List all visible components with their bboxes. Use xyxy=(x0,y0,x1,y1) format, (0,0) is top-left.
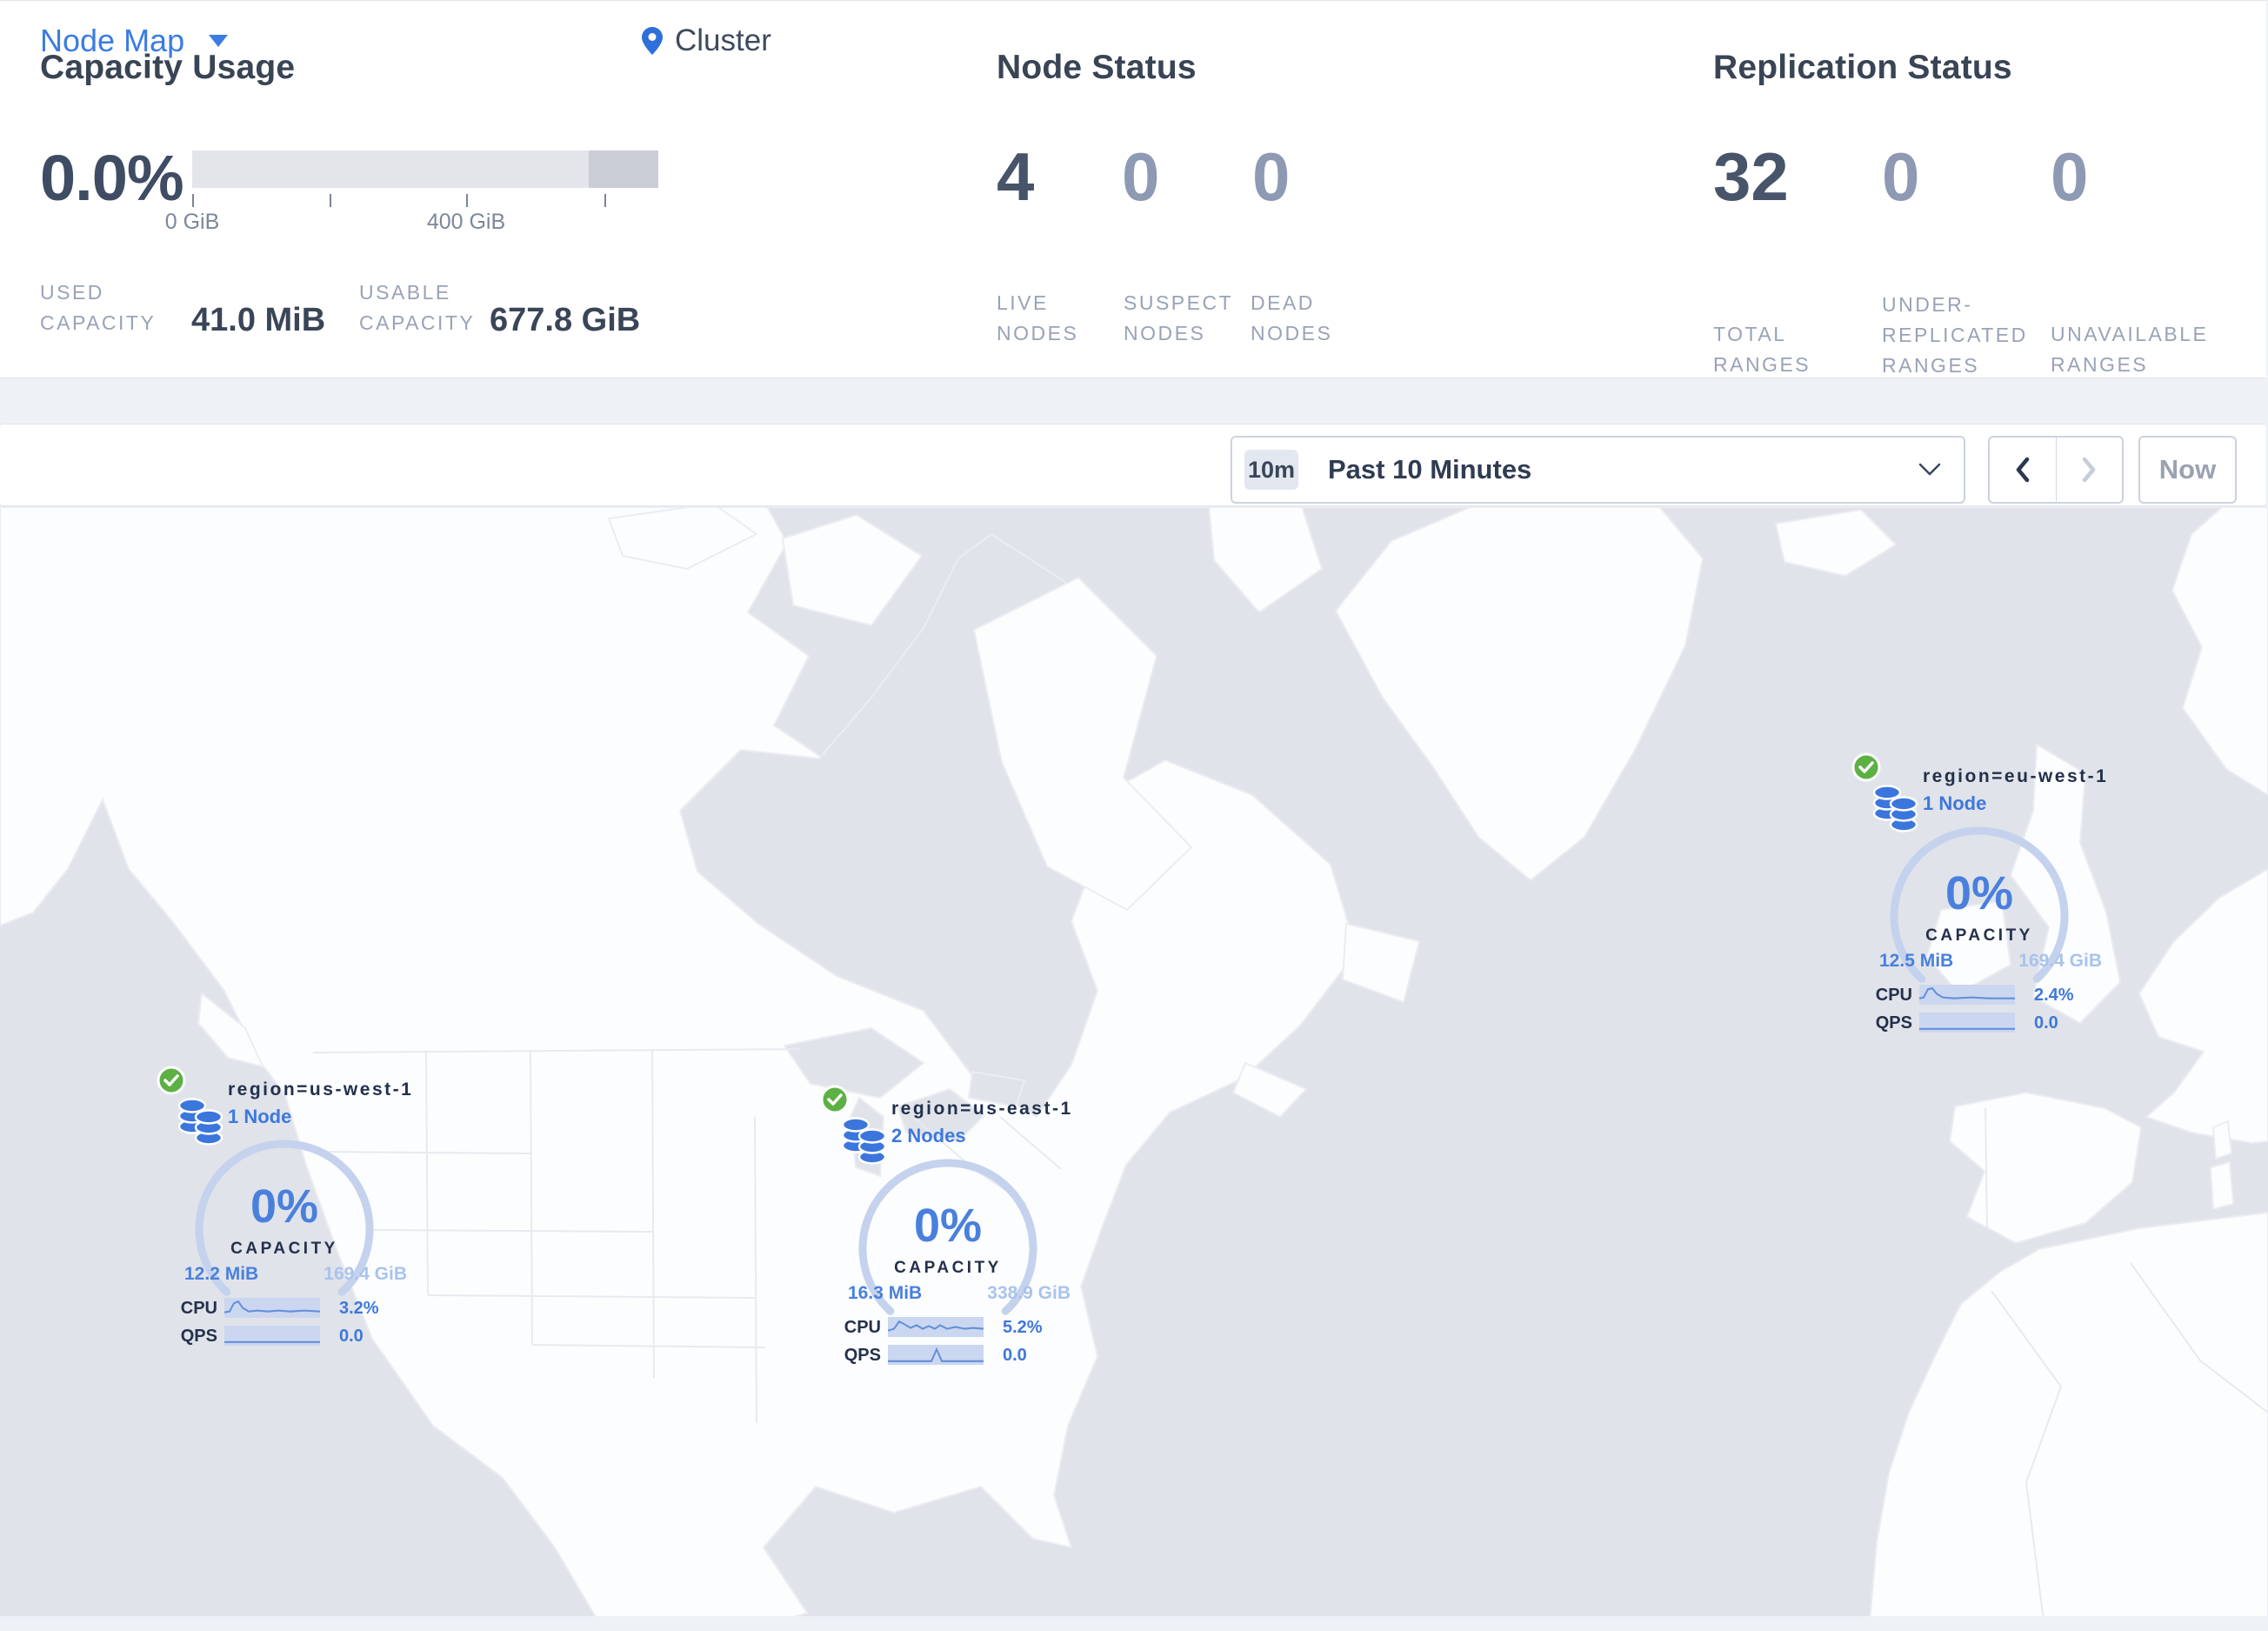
region-name: region=us-west-1 xyxy=(228,1080,414,1100)
capacity-bar xyxy=(192,150,658,188)
healthy-check-icon xyxy=(157,1066,186,1095)
cpu-value: 5.2% xyxy=(1003,1318,1043,1337)
used-capacity: 12.2 MiB xyxy=(184,1264,259,1284)
total-capacity: 338.9 GiB xyxy=(987,1283,1071,1303)
under-replicated-ranges-label: UNDER-REPLICATED RANGES xyxy=(1882,293,2028,377)
qps-value: 0.0 xyxy=(2034,1013,2058,1033)
cluster-summary-bar: Capacity Usage 0.0% 0 GiB 400 GiB USED C… xyxy=(0,0,2266,378)
region-node-count[interactable]: 2 Nodes xyxy=(891,1124,1073,1147)
time-range-label: Past 10 Minutes xyxy=(1328,454,1532,485)
healthy-check-icon xyxy=(820,1085,850,1114)
cpu-row: CPU 2.4% xyxy=(1858,985,2111,1006)
total-ranges-label: TOTAL RANGES xyxy=(1713,323,1811,376)
cpu-value: 2.4% xyxy=(2034,986,2074,1005)
cpu-label: CPU xyxy=(1875,986,1912,1005)
under-replicated-ranges-count: 0 xyxy=(1882,138,1920,215)
capacity-label: CAPACITY xyxy=(230,1240,338,1258)
qps-sparkline xyxy=(224,1326,320,1346)
cpu-row: CPU 5.2% xyxy=(827,1317,1079,1339)
time-range-select[interactable]: 10m Past 10 Minutes xyxy=(1231,436,1965,504)
live-nodes-label: LIVE NODES xyxy=(997,291,1079,344)
qps-sparkline xyxy=(888,1345,984,1365)
total-capacity: 169.4 GiB xyxy=(2018,951,2102,971)
cpu-sparkline xyxy=(224,1298,320,1318)
capacity-axis-tick xyxy=(330,194,331,207)
total-capacity: 169.4 GiB xyxy=(324,1264,407,1284)
chevron-right-icon xyxy=(2083,457,2096,483)
region-node-count[interactable]: 1 Node xyxy=(1923,792,2108,815)
used-capacity-label: USED CAPACITY xyxy=(40,281,157,334)
cpu-sparkline xyxy=(1919,985,2015,1005)
view-selector-label: Node Map xyxy=(40,22,185,58)
qps-sparkline xyxy=(1919,1013,2015,1033)
capacity-label: CAPACITY xyxy=(1925,926,2033,945)
suspect-nodes-label: SUSPECT NODES xyxy=(1124,291,1233,344)
qps-row: QPS 0.0 xyxy=(163,1326,416,1347)
live-nodes-count: 4 xyxy=(997,138,1035,215)
region-name: region=eu-west-1 xyxy=(1923,766,2109,786)
region-marker-eu-west-1[interactable]: region=eu-west-1 1 Node 0% CAPACITY 12.5… xyxy=(1851,752,2112,1039)
capacity-axis-label-400: 400 GiB xyxy=(426,210,506,234)
usable-capacity-label: USABLE CAPACITY xyxy=(359,281,476,334)
qps-row: QPS 0.0 xyxy=(827,1345,1079,1367)
node-status-title: Node Status xyxy=(997,49,1197,86)
used-capacity: 16.3 MiB xyxy=(848,1283,923,1303)
capacity-axis-tick xyxy=(192,194,194,207)
dead-nodes-count: 0 xyxy=(1252,138,1291,215)
capacity-percent: 0% xyxy=(1944,867,2014,919)
chevron-down-icon xyxy=(1918,463,1941,476)
qps-value: 0.0 xyxy=(1003,1346,1027,1365)
used-capacity: 12.5 MiB xyxy=(1879,951,1954,971)
capacity-bar-reserved-segment xyxy=(589,150,658,188)
chevron-down-icon xyxy=(209,34,229,47)
region-marker-us-west-1[interactable]: region=us-west-1 1 Node 0% CAPACITY 12.2… xyxy=(157,1066,417,1353)
node-map-page: Capacity Usage 0.0% 0 GiB 400 GiB USED C… xyxy=(0,0,2268,1631)
capacity-label: CAPACITY xyxy=(894,1259,1002,1277)
total-ranges-count: 32 xyxy=(1713,138,1789,215)
now-button[interactable]: Now xyxy=(2138,436,2237,504)
breadcrumb-cluster-label: Cluster xyxy=(675,23,771,57)
qps-label: QPS xyxy=(844,1346,881,1365)
time-range-badge: 10m xyxy=(1244,450,1298,490)
location-pin-icon xyxy=(642,26,663,55)
next-time-range-button[interactable] xyxy=(2055,438,2123,502)
unavailable-ranges-label: UNAVAILABLE RANGES xyxy=(2051,323,2209,376)
capacity-axis-tick xyxy=(466,194,468,207)
cpu-label: CPU xyxy=(844,1318,881,1337)
cpu-row: CPU 3.2% xyxy=(163,1298,416,1320)
time-range-pager xyxy=(1988,436,2124,504)
suspect-nodes-count: 0 xyxy=(1122,138,1160,215)
region-marker-us-east-1[interactable]: region=us-east-1 2 Nodes 0% CAPACITY 16.… xyxy=(820,1085,1081,1372)
view-selector-node-map[interactable]: Node Map xyxy=(40,0,229,81)
world-map[interactable] xyxy=(0,508,2268,1616)
usable-capacity-value: 677.8 GiB xyxy=(490,302,641,338)
used-capacity-value: 41.0 MiB xyxy=(191,302,326,338)
chevron-left-icon xyxy=(2016,457,2029,483)
dead-nodes-label: DEAD NODES xyxy=(1251,291,1333,344)
capacity-axis-tick xyxy=(604,194,606,207)
qps-label: QPS xyxy=(180,1327,217,1346)
cpu-label: CPU xyxy=(180,1299,217,1318)
capacity-axis-label-0: 0 GiB xyxy=(164,210,220,234)
unavailable-ranges-count: 0 xyxy=(2051,138,2089,215)
cpu-value: 3.2% xyxy=(339,1299,379,1318)
healthy-check-icon xyxy=(1851,752,1881,782)
capacity-percent: 0% xyxy=(913,1200,983,1252)
replication-status-title: Replication Status xyxy=(1713,49,2012,86)
qps-row: QPS 0.0 xyxy=(1858,1013,2111,1034)
qps-label: QPS xyxy=(1875,1013,1912,1033)
qps-value: 0.0 xyxy=(339,1327,364,1346)
breadcrumb[interactable]: Cluster xyxy=(641,0,771,81)
region-node-count[interactable]: 1 Node xyxy=(228,1105,413,1128)
previous-time-range-button[interactable] xyxy=(1990,438,2056,502)
capacity-used-percent: 0.0% xyxy=(40,142,184,214)
cpu-sparkline xyxy=(888,1317,984,1337)
region-name: region=us-east-1 xyxy=(891,1099,1073,1119)
capacity-percent: 0% xyxy=(250,1180,319,1233)
